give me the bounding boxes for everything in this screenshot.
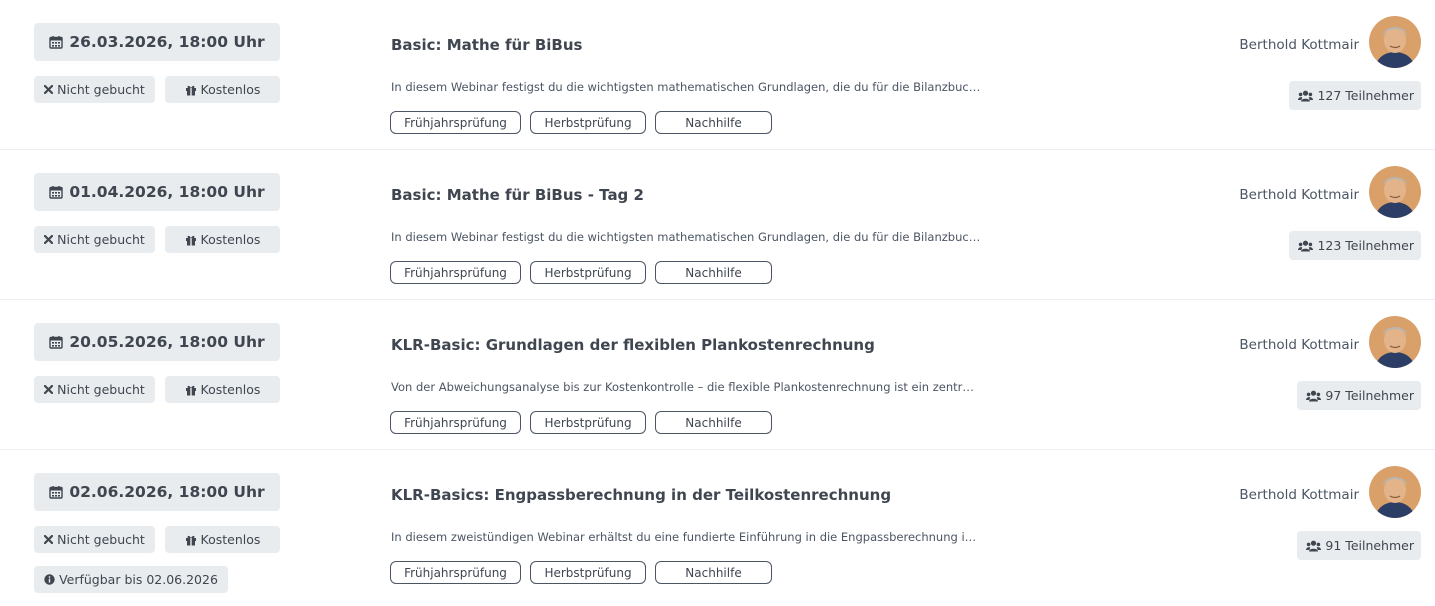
participants-badge: 97 Teilnehmer (1297, 381, 1421, 410)
avatar (1369, 466, 1421, 518)
tag[interactable]: Nachhilfe (655, 261, 772, 284)
tag-list: Frühjahrsprüfung Herbstprüfung Nachhilfe (390, 261, 772, 284)
webinar-title[interactable]: Basic: Mathe für BiBus (391, 36, 582, 54)
tag[interactable]: Frühjahrsprüfung (390, 261, 521, 284)
webinar-row[interactable]: 26.03.2026, 18:00 Uhr Nicht gebucht Kost… (0, 0, 1435, 150)
webinar-title[interactable]: Basic: Mathe für BiBus - Tag 2 (391, 186, 644, 204)
tag-list: Frühjahrsprüfung Herbstprüfung Nachhilfe (390, 111, 772, 134)
tag[interactable]: Frühjahrsprüfung (390, 411, 521, 434)
avatar (1369, 16, 1421, 68)
tag[interactable]: Nachhilfe (655, 561, 772, 584)
tag[interactable]: Herbstprüfung (530, 411, 646, 434)
tag-list: Frühjahrsprüfung Herbstprüfung Nachhilfe (390, 411, 772, 434)
webinar-title[interactable]: KLR-Basic: Grundlagen der flexiblen Plan… (391, 336, 875, 354)
users-icon (1298, 90, 1314, 101)
users-icon (1306, 390, 1322, 401)
gift-icon (185, 385, 196, 395)
times-icon (44, 535, 54, 544)
calendar-icon (49, 486, 64, 499)
price-badge: Kostenlos (165, 376, 280, 403)
booking-status-badge: Nicht gebucht (34, 76, 155, 103)
instructor-name: Berthold Kottmair (1239, 487, 1359, 503)
price-text: Kostenlos (200, 532, 261, 547)
availability-badge: Verfügbar bis 02.06.2026 (34, 566, 228, 593)
webinar-list: 26.03.2026, 18:00 Uhr Nicht gebucht Kost… (0, 0, 1435, 600)
price-badge: Kostenlos (165, 76, 280, 103)
webinar-row[interactable]: 20.05.2026, 18:00 Uhr Nicht gebucht Kost… (0, 300, 1435, 450)
participants-badge: 91 Teilnehmer (1297, 531, 1421, 560)
calendar-icon (49, 336, 64, 349)
tag[interactable]: Herbstprüfung (530, 561, 646, 584)
gift-icon (185, 535, 196, 545)
date-badge: 20.05.2026, 18:00 Uhr (34, 323, 280, 361)
webinar-description: In diesem zweistündigen Webinar erhältst… (391, 530, 977, 544)
participants-badge: 123 Teilnehmer (1289, 231, 1421, 260)
calendar-icon (49, 186, 64, 199)
webinar-description: Von der Abweichungsanalyse bis zur Koste… (391, 380, 974, 394)
tag[interactable]: Frühjahrsprüfung (390, 111, 521, 134)
info-circle-icon (44, 574, 55, 585)
price-text: Kostenlos (200, 382, 261, 397)
participants-badge: 127 Teilnehmer (1289, 81, 1421, 110)
calendar-icon (49, 36, 64, 49)
tag[interactable]: Nachhilfe (655, 111, 772, 134)
gift-icon (185, 235, 196, 245)
availability-text: Verfügbar bis 02.06.2026 (59, 572, 218, 587)
avatar (1369, 166, 1421, 218)
users-icon (1306, 540, 1322, 551)
times-icon (44, 85, 54, 94)
date-badge: 02.06.2026, 18:00 Uhr (34, 473, 280, 511)
price-badge: Kostenlos (165, 526, 280, 553)
tag[interactable]: Frühjahrsprüfung (390, 561, 521, 584)
instructor-name: Berthold Kottmair (1239, 337, 1359, 353)
instructor-name: Berthold Kottmair (1239, 187, 1359, 203)
tag-list: Frühjahrsprüfung Herbstprüfung Nachhilfe (390, 561, 772, 584)
webinar-description: In diesem Webinar festigst du die wichti… (391, 230, 981, 244)
times-icon (44, 385, 54, 394)
webinar-description: In diesem Webinar festigst du die wichti… (391, 80, 981, 94)
avatar (1369, 316, 1421, 368)
booking-status-text: Nicht gebucht (57, 382, 145, 397)
webinar-row[interactable]: 02.06.2026, 18:00 Uhr Nicht gebucht Kost… (0, 450, 1435, 600)
times-icon (44, 235, 54, 244)
gift-icon (185, 85, 196, 95)
booking-status-badge: Nicht gebucht (34, 226, 155, 253)
participants-text: 123 Teilnehmer (1317, 238, 1414, 253)
price-text: Kostenlos (200, 232, 261, 247)
participants-text: 97 Teilnehmer (1325, 388, 1414, 403)
tag[interactable]: Herbstprüfung (530, 261, 646, 284)
booking-status-text: Nicht gebucht (57, 532, 145, 547)
instructor-name: Berthold Kottmair (1239, 37, 1359, 53)
date-text: 02.06.2026, 18:00 Uhr (69, 483, 265, 501)
booking-status-badge: Nicht gebucht (34, 526, 155, 553)
participants-text: 91 Teilnehmer (1325, 538, 1414, 553)
date-text: 26.03.2026, 18:00 Uhr (69, 33, 265, 51)
date-badge: 26.03.2026, 18:00 Uhr (34, 23, 280, 61)
users-icon (1298, 240, 1314, 251)
webinar-row[interactable]: 01.04.2026, 18:00 Uhr Nicht gebucht Kost… (0, 150, 1435, 300)
tag[interactable]: Nachhilfe (655, 411, 772, 434)
date-badge: 01.04.2026, 18:00 Uhr (34, 173, 280, 211)
date-text: 01.04.2026, 18:00 Uhr (69, 183, 265, 201)
price-badge: Kostenlos (165, 226, 280, 253)
tag[interactable]: Herbstprüfung (530, 111, 646, 134)
booking-status-text: Nicht gebucht (57, 232, 145, 247)
participants-text: 127 Teilnehmer (1317, 88, 1414, 103)
booking-status-badge: Nicht gebucht (34, 376, 155, 403)
booking-status-text: Nicht gebucht (57, 82, 145, 97)
date-text: 20.05.2026, 18:00 Uhr (69, 333, 265, 351)
webinar-title[interactable]: KLR-Basics: Engpassberechnung in der Tei… (391, 486, 891, 504)
price-text: Kostenlos (200, 82, 261, 97)
